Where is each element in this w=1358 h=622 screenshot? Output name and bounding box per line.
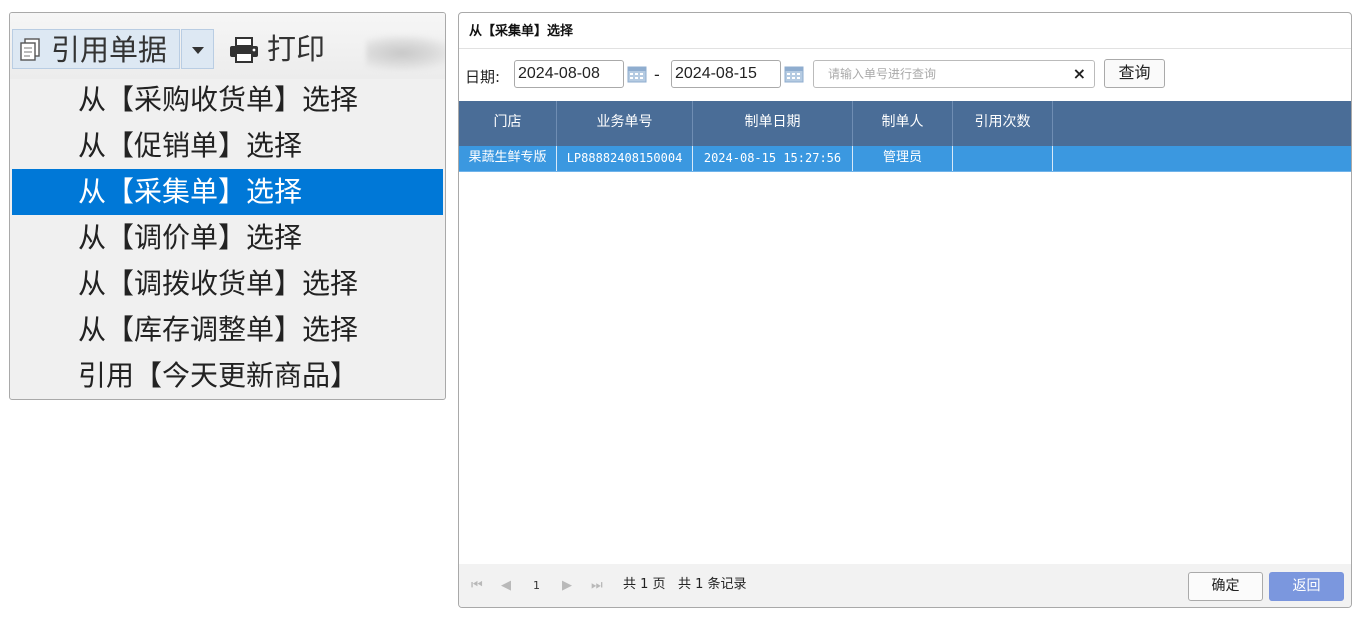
- table-row[interactable]: 果蔬生鲜专版 LP88882408150004 2024-08-15 15:27…: [459, 146, 1351, 172]
- copy-documents-icon: [20, 38, 40, 61]
- total-pages-text: 共 1 页: [623, 577, 666, 592]
- back-button[interactable]: 返回: [1269, 572, 1344, 601]
- cell-cite-count: [953, 146, 1053, 171]
- cell-store: 果蔬生鲜专版: [459, 146, 557, 171]
- print-button[interactable]: 打印: [267, 31, 325, 67]
- search-placeholder: 请输入单号进行查询: [828, 67, 937, 81]
- previous-page-icon[interactable]: ◀: [501, 577, 511, 595]
- column-header-filler: [1053, 101, 1351, 146]
- menu-item-promotion[interactable]: 从【促销单】选择: [10, 123, 445, 169]
- date-range-separator: -: [654, 65, 660, 84]
- order-grid: 门店 业务单号 制单日期 制单人 引用次数 果蔬生鲜专版 LP888824081…: [459, 101, 1351, 172]
- first-page-icon[interactable]: ⏮: [471, 577, 483, 595]
- cite-menu-list: 从【采购收货单】选择 从【促销单】选择 从【采集单】选择 从【调价单】选择 从【…: [10, 77, 445, 399]
- cell-created-at: 2024-08-15 15:27:56: [693, 146, 853, 171]
- next-page-icon[interactable]: ▶: [562, 577, 572, 595]
- printer-icon[interactable]: [228, 37, 260, 63]
- cell-order-no: LP88882408150004: [557, 146, 693, 171]
- menu-item-price-adjustment[interactable]: 从【调价单】选择: [10, 215, 445, 261]
- date-to-input[interactable]: 2024-08-15: [671, 60, 781, 88]
- title-divider: [459, 48, 1351, 49]
- cell-filler: [1053, 146, 1351, 171]
- blurred-toolbar-item: [366, 35, 445, 71]
- cell-creator: 管理员: [853, 146, 953, 171]
- menu-item-purchase-receipt[interactable]: 从【采购收货单】选择: [10, 77, 445, 123]
- menu-item-today-updated-goods[interactable]: 引用【今天更新商品】: [10, 353, 445, 399]
- column-header-creator[interactable]: 制单人: [853, 101, 953, 146]
- confirm-button[interactable]: 确定: [1188, 572, 1263, 601]
- select-collection-dialog: 从【采集单】选择 日期: 2024-08-08 - 2024-08-15 请输入…: [458, 12, 1352, 608]
- last-page-icon[interactable]: ⏭: [591, 577, 603, 595]
- column-header-cite-count[interactable]: 引用次数: [953, 101, 1053, 146]
- calendar-icon[interactable]: [784, 65, 804, 83]
- cite-document-label: 引用单据: [51, 33, 168, 67]
- date-label: 日期:: [465, 68, 501, 86]
- menu-item-stock-adjustment[interactable]: 从【库存调整单】选择: [10, 307, 445, 353]
- toolbar: 引用单据 打印: [10, 13, 445, 79]
- dialog-title: 从【采集单】选择: [469, 24, 574, 39]
- current-page-number[interactable]: 1: [533, 577, 540, 595]
- column-header-created-at[interactable]: 制单日期: [693, 101, 853, 146]
- date-from-input[interactable]: 2024-08-08: [514, 60, 624, 88]
- column-header-order-no[interactable]: 业务单号: [557, 101, 693, 146]
- order-search-input[interactable]: 请输入单号进行查询 ×: [813, 60, 1095, 88]
- column-header-store[interactable]: 门店: [459, 101, 557, 146]
- pagination-footer: ⏮ ◀ 1 ▶ ⏭ 共 1 页 共 1 条记录 确定 返回: [459, 564, 1351, 607]
- menu-item-collection[interactable]: 从【采集单】选择: [12, 169, 443, 215]
- clear-icon[interactable]: ×: [1073, 63, 1086, 85]
- calendar-icon[interactable]: [627, 65, 647, 83]
- query-button[interactable]: 查询: [1104, 59, 1165, 88]
- menu-item-transfer-receipt[interactable]: 从【调拨收货单】选择: [10, 261, 445, 307]
- cite-document-button[interactable]: 引用单据: [12, 29, 180, 69]
- cite-dropdown-panel: 引用单据 打印 从【采购收货单】选择 从【促销单】选择 从【采集单】选择 从【调…: [9, 12, 446, 400]
- grid-header: 门店 业务单号 制单日期 制单人 引用次数: [459, 101, 1351, 146]
- total-records-text: 共 1 条记录: [678, 577, 747, 592]
- cite-dropdown-arrow[interactable]: [181, 29, 214, 69]
